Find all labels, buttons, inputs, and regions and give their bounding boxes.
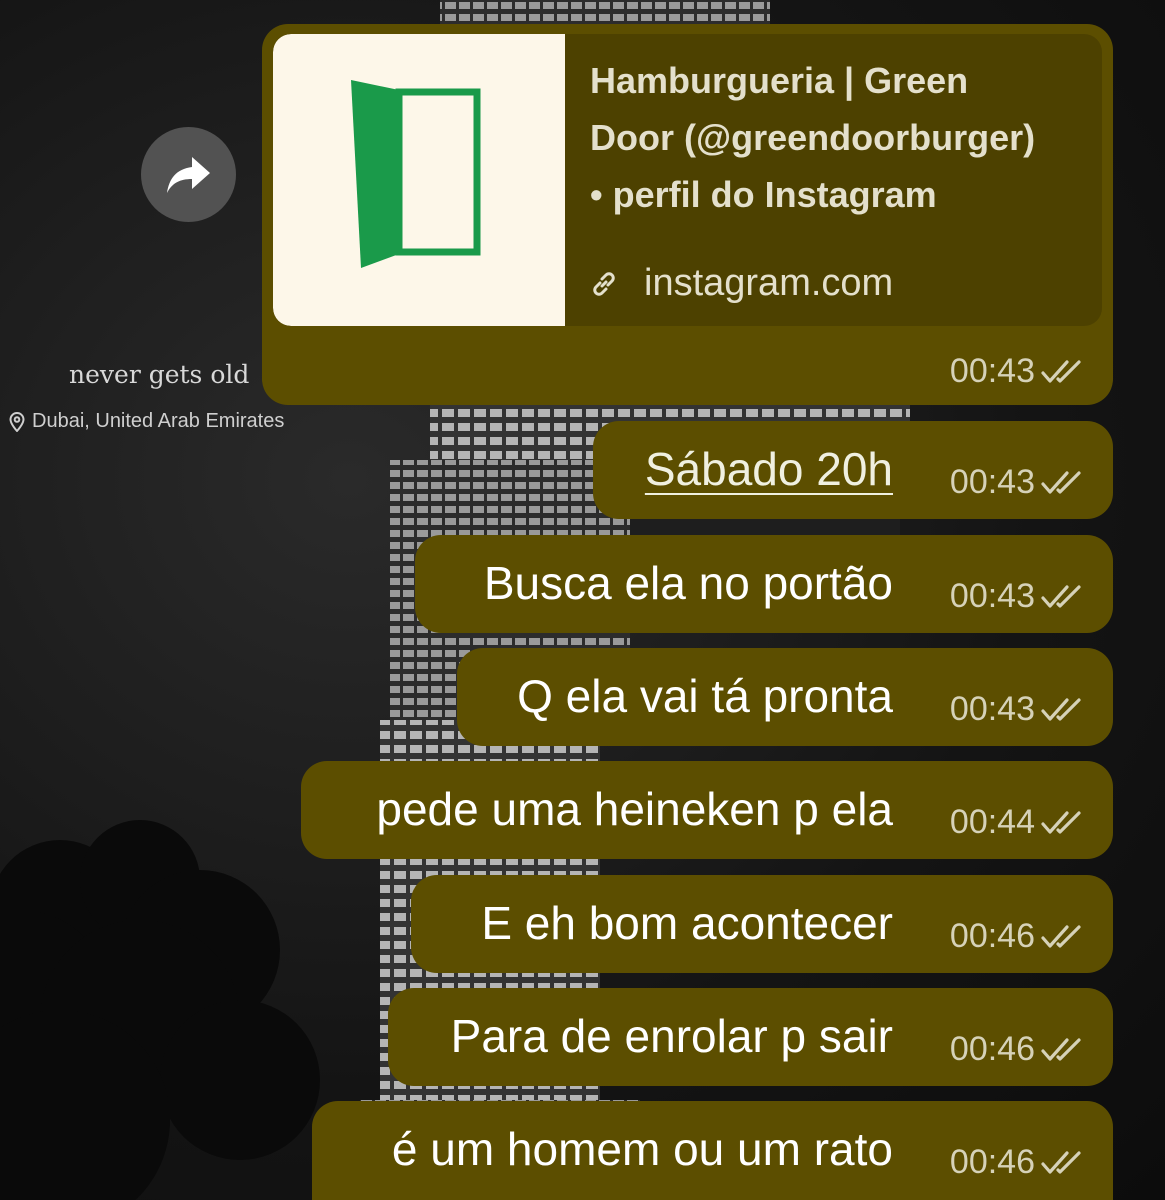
message-text: Q ela vai tá pronta <box>517 670 893 722</box>
tree-silhouette <box>0 820 320 1200</box>
link-preview-title-line: Hamburgueria | Green <box>590 60 969 101</box>
message-text: pede uma heineken p ela <box>376 783 893 835</box>
double-check-icon <box>1041 1150 1081 1174</box>
double-check-icon <box>1041 810 1081 834</box>
message-meta: 00:43 <box>950 690 1087 729</box>
double-check-icon <box>1041 697 1081 721</box>
link-preview-title: Hamburgueria | Green Door (@greendoorbur… <box>590 52 1090 223</box>
message-text: Busca ela no portão <box>483 557 893 609</box>
message-bubble[interactable]: E eh bom acontecer 00:46 <box>411 875 1113 973</box>
message-time: 00:43 <box>949 463 1035 501</box>
message-time: 00:46 <box>949 1143 1035 1181</box>
story-location: Dubai, United Arab Emirates <box>8 410 284 433</box>
message-meta: 00:44 <box>950 803 1087 842</box>
forward-arrow-icon <box>166 156 210 193</box>
double-check-icon <box>1041 584 1081 608</box>
double-check-icon <box>1041 470 1081 494</box>
double-check-icon <box>1041 1037 1081 1061</box>
message-text: Para de enrolar p sair <box>450 1010 893 1062</box>
message-time: 00:43 <box>949 690 1035 728</box>
forward-button[interactable] <box>141 127 236 222</box>
message-time: 00:43 <box>949 352 1035 390</box>
message-time: 00:46 <box>949 1030 1035 1068</box>
link-preview-domain-text: instagram.com <box>644 262 894 304</box>
message-text[interactable]: Sábado 20h <box>645 441 893 497</box>
story-caption: never gets old <box>69 360 250 389</box>
link-preview-thumbnail <box>273 34 565 326</box>
message-bubble[interactable]: pede uma heineken p ela 00:44 <box>301 761 1113 859</box>
message-time: 00:44 <box>949 803 1035 841</box>
message-meta: 00:43 <box>950 577 1087 616</box>
message-text: E eh bom acontecer <box>481 897 893 949</box>
message-bubble[interactable]: Sábado 20h 00:43 <box>593 421 1113 519</box>
message-bubble[interactable]: Para de enrolar p sair 00:46 <box>388 988 1113 1086</box>
link-preview-card[interactable]: Hamburgueria | Green Door (@greendoorbur… <box>273 34 1102 326</box>
message-bubble[interactable]: Busca ela no portão 00:43 <box>415 535 1113 633</box>
message-text: é um homem ou um rato <box>391 1123 893 1175</box>
message-meta: 00:46 <box>950 1143 1087 1182</box>
message-bubble[interactable]: é um homem ou um rato 00:46 <box>312 1101 1113 1200</box>
message-bubble[interactable]: Q ela vai tá pronta 00:43 <box>457 648 1113 746</box>
message-meta: 00:46 <box>950 917 1087 956</box>
link-chain-icon <box>593 271 615 296</box>
link-preview-title-line: Door (@greendoorburger) <box>590 117 1036 158</box>
link-preview-domain[interactable]: instagram.com <box>590 262 893 305</box>
message-meta: 00:46 <box>950 1030 1087 1069</box>
message-time: 00:43 <box>949 577 1035 615</box>
green-door-logo-icon <box>351 80 481 268</box>
double-check-icon <box>1041 359 1081 383</box>
story-location-text: Dubai, United Arab Emirates <box>32 410 285 432</box>
message-meta: 00:43 <box>950 352 1087 391</box>
location-pin-icon <box>9 411 25 432</box>
message-time: 00:46 <box>949 917 1035 955</box>
message-meta: 00:43 <box>950 463 1087 502</box>
double-check-icon <box>1041 924 1081 948</box>
link-preview-message[interactable]: Hamburgueria | Green Door (@greendoorbur… <box>262 24 1113 405</box>
link-preview-title-line: • perfil do Instagram <box>590 174 937 215</box>
